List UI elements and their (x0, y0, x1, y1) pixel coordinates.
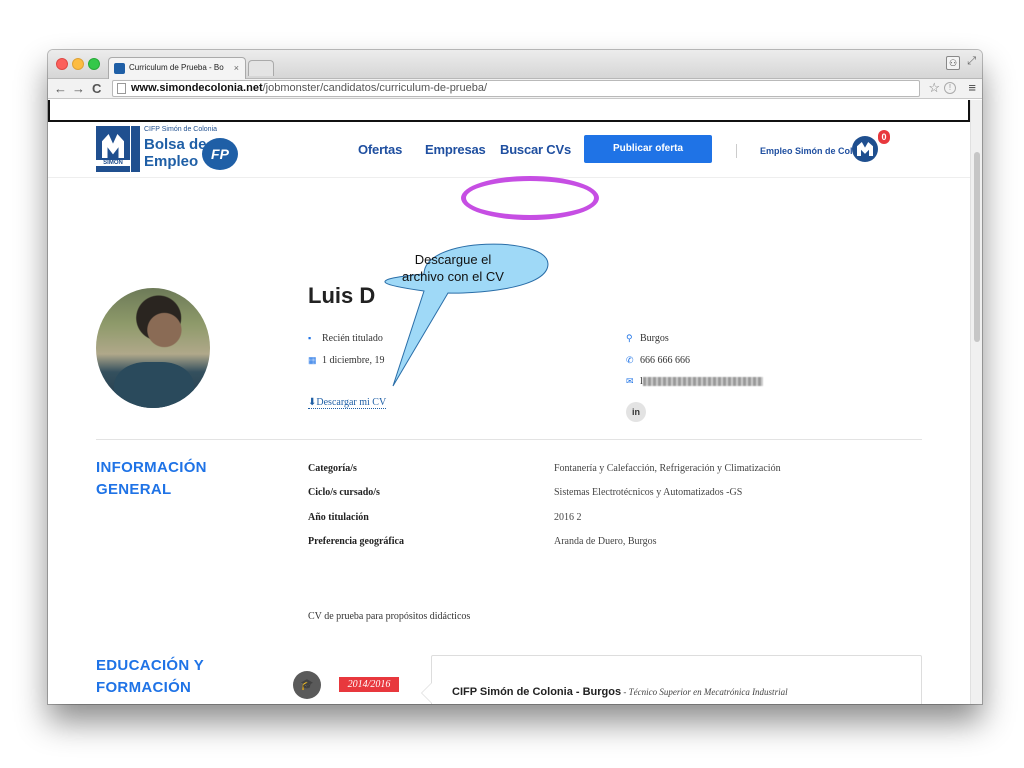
general-info-title-line1: INFORMACIÓN (96, 459, 207, 476)
browser-window: Curriculum de Prueba - Bo × ⚇ ⤢ ← → C ww… (48, 50, 982, 704)
bookmark-star-icon[interactable]: ☆ (928, 80, 940, 96)
scrollbar-thumb[interactable] (974, 152, 980, 342)
browser-tab[interactable]: Curriculum de Prueba - Bo × (108, 57, 246, 79)
logo-mark-text: SIMON (96, 160, 130, 166)
page-icon (117, 83, 126, 94)
nav-divider (736, 144, 737, 158)
nav-buscar-cvs[interactable]: Buscar CVs (500, 142, 571, 157)
education-title: EDUCACIÓN Y FORMACIÓN (96, 655, 204, 699)
section-divider (96, 439, 922, 440)
field-label: Año titulación (308, 512, 369, 523)
browser-menu-icon[interactable]: ≡ (968, 80, 976, 95)
general-info-title: INFORMACIÓN GENERAL (96, 457, 207, 501)
location-text: Burgos (640, 333, 669, 344)
field-label: Preferencia geográfica (308, 536, 404, 547)
page-viewport: SIMON CIFP Simón de Colonia Bolsa de Emp… (48, 100, 970, 704)
callout-line2: archivo con el CV (402, 269, 504, 284)
education-separator: - (621, 687, 629, 697)
close-window-button[interactable] (56, 58, 68, 70)
vertical-scrollbar[interactable] (970, 100, 982, 704)
field-label: Categoría/s (308, 463, 357, 474)
callout-line1: Descargue el (415, 252, 492, 267)
site-header: SIMON CIFP Simón de Colonia Bolsa de Emp… (48, 122, 970, 178)
linkedin-icon[interactable]: in (626, 402, 646, 422)
url-path: /jobmonster/candidatos/curriculum-de-pru… (262, 82, 487, 94)
logo-fp-badge: FP (202, 138, 238, 170)
minimize-window-button[interactable] (72, 58, 84, 70)
tab-title: Curriculum de Prueba - Bo (129, 63, 224, 72)
title-bar: Curriculum de Prueba - Bo × ⚇ ⤢ (48, 50, 982, 79)
education-title-line1: EDUCACIÓN Y (96, 657, 205, 674)
status-text: Recién titulado (322, 333, 383, 344)
education-school: CIFP Simón de Colonia - Burgos (452, 686, 622, 698)
account-menu[interactable]: Empleo Simón de Col... (760, 146, 860, 156)
account-avatar[interactable] (852, 136, 878, 162)
general-info-title-line2: GENERAL (96, 481, 172, 498)
birth-text: 1 diciembre, 19 (322, 355, 385, 366)
download-cv-link[interactable]: ⬇Descargar mi CV (308, 397, 387, 409)
nav-ofertas[interactable]: Ofertas (358, 142, 402, 157)
field-value: Aranda de Duero, Burgos (554, 536, 657, 547)
logo-title-line1: Bolsa de (144, 136, 207, 153)
candidate-photo (96, 288, 210, 408)
graduation-cap-icon: 🎓 (293, 671, 321, 699)
favicon-icon (114, 63, 125, 74)
forward-button[interactable]: → (72, 80, 85, 97)
new-tab-button[interactable] (248, 60, 274, 76)
field-value: Sistemas Electrotécnicos y Automatizados… (554, 487, 743, 498)
callout-bubble (384, 243, 549, 387)
status-info: ▪ Recién titulado (308, 333, 383, 344)
extension-icon[interactable]: ! (944, 82, 956, 94)
email-redacted (642, 377, 763, 387)
publicar-oferta-button[interactable]: Publicar oferta (584, 135, 712, 163)
field-value: 2016 2 (554, 512, 582, 523)
url-host: www.simondecolonia.net (131, 82, 263, 94)
location-info: ⚲ Burgos (626, 333, 669, 344)
candidate-name: Luis D (308, 283, 376, 308)
tab-close-icon[interactable]: × (234, 58, 239, 78)
phone-text: 666 666 666 (640, 355, 690, 366)
logo-institution: CIFP Simón de Colonia (144, 126, 218, 133)
zoom-window-button[interactable] (88, 58, 100, 70)
field-label: Ciclo/s cursado/s (308, 487, 380, 498)
logo-vertical-band (131, 126, 140, 172)
profile-button[interactable]: ⚇ (946, 56, 960, 70)
highlight-ring-annotation (461, 176, 599, 220)
briefcase-icon: ▪ (308, 333, 312, 343)
education-entry: CIFP Simón de Colonia - Burgos - Técnico… (452, 682, 788, 700)
education-title-line2: FORMACIÓN (96, 679, 192, 696)
education-degree: Técnico Superior en Mecatrónica Industri… (628, 687, 788, 697)
envelope-icon: ✉ (626, 376, 634, 386)
phone-info: ✆ 666 666 666 (626, 355, 690, 366)
calendar-icon: ▦ (308, 355, 317, 365)
cv-description: CV de prueba para propósitos didácticos (308, 611, 471, 622)
education-card: CIFP Simón de Colonia - Burgos - Técnico… (421, 655, 922, 704)
logo-title-line2: Empleo (144, 153, 199, 170)
back-button[interactable]: ← (54, 80, 67, 97)
nav-empresas[interactable]: Empresas (425, 142, 486, 157)
email-info[interactable]: ✉ l (626, 376, 763, 387)
site-logo[interactable]: SIMON CIFP Simón de Colonia Bolsa de Emp… (96, 126, 242, 174)
notification-badge[interactable]: 0 (878, 130, 890, 144)
browser-toolbar: ← → C www.simondecolonia.net/jobmonster/… (48, 79, 982, 99)
education-date-badge: 2014/2016 (339, 677, 399, 692)
phone-icon: ✆ (626, 355, 634, 365)
reload-button[interactable]: C (92, 80, 101, 97)
map-marker-icon: ⚲ (626, 333, 633, 343)
field-value: Fontanería y Calefacción, Refrigeración … (554, 463, 781, 474)
birth-info: ▦ 1 diciembre, 19 (308, 355, 384, 366)
address-bar[interactable]: www.simondecolonia.net/jobmonster/candid… (112, 80, 920, 97)
top-frame-bar (48, 100, 970, 122)
download-cv-label: Descargar mi CV (316, 397, 387, 408)
fullscreen-icon[interactable]: ⤢ (967, 55, 976, 68)
